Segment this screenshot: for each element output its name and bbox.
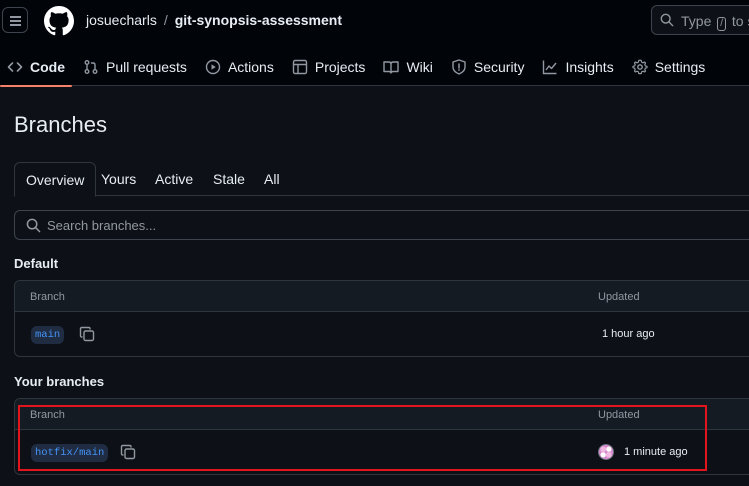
search-icon	[660, 13, 674, 27]
subtab-all[interactable]: All	[264, 162, 280, 196]
graph-icon	[543, 60, 557, 75]
repo-owner-link[interactable]: josuecharls	[86, 12, 157, 28]
tab-security[interactable]: Security	[444, 48, 536, 86]
gear-icon	[632, 59, 648, 75]
tab-code[interactable]: Code	[0, 48, 76, 87]
branch-search-box	[14, 210, 749, 240]
copy-icon[interactable]	[79, 326, 95, 342]
play-icon	[205, 59, 221, 75]
branch-name-link[interactable]: main	[31, 326, 65, 344]
branch-filter-tabs: Overview Yours Active Stale All	[14, 162, 749, 197]
branch-search-input[interactable]	[47, 211, 647, 239]
column-header-branch: Branch	[30, 291, 65, 303]
tab-projects[interactable]: Projects	[285, 48, 377, 86]
table-row: main 1 hour ago	[15, 312, 749, 356]
code-icon	[7, 62, 23, 72]
subtab-active[interactable]: Active	[155, 162, 193, 196]
repo-breadcrumb: josuecharls / git-synopsis-assessment	[86, 12, 342, 28]
tab-wiki[interactable]: Wiki	[376, 48, 443, 86]
repo-header: josuecharls / git-synopsis-assessment Type…	[0, 0, 749, 87]
search-icon	[26, 218, 41, 233]
default-section-title: Default	[14, 256, 59, 271]
tab-settings[interactable]: Settings	[625, 48, 717, 86]
table-header: Branch Updated	[15, 281, 749, 312]
subtab-yours[interactable]: Yours	[101, 162, 136, 196]
repo-nav-tabs: Code Pull requests Actions Projects Wiki…	[0, 48, 749, 87]
tab-actions[interactable]: Actions	[198, 48, 285, 86]
book-icon	[383, 61, 400, 74]
github-logo-icon[interactable]	[44, 6, 74, 36]
tab-pull-requests[interactable]: Pull requests	[76, 48, 198, 86]
page-title: Branches	[14, 112, 107, 137]
column-header-updated: Updated	[598, 291, 640, 303]
pull-request-icon	[84, 60, 98, 74]
repo-name-link[interactable]: git-synopsis-assessment	[175, 12, 342, 28]
tab-insights[interactable]: Insights	[535, 48, 624, 86]
highlight-annotation-box	[18, 405, 707, 471]
global-search-button[interactable]: Type / to se	[651, 5, 749, 35]
shield-icon	[452, 59, 466, 75]
menu-button[interactable]	[2, 7, 28, 33]
updated-time: 1 hour ago	[602, 328, 655, 340]
default-branches-table: Branch Updated main 1 hour ago	[14, 280, 749, 357]
subtab-stale[interactable]: Stale	[213, 162, 245, 196]
global-search-hint: Type / to se	[681, 13, 749, 31]
subtab-overview[interactable]: Overview	[14, 162, 97, 197]
table-icon	[292, 59, 308, 75]
breadcrumb-separator: /	[163, 12, 168, 28]
slash-key-hint: /	[717, 17, 727, 31]
your-branches-section-title: Your branches	[14, 374, 105, 389]
